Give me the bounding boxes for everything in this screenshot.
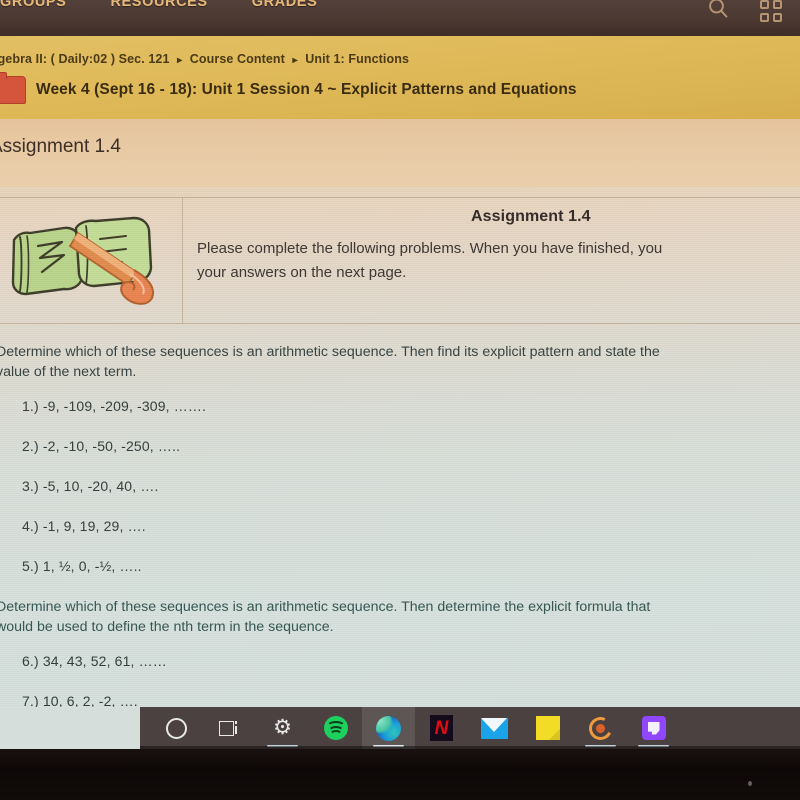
top-navigation-bar: GROUPS RESOURCES GRADES	[0, 0, 800, 36]
breadcrumb: lgebra II: ( Daily:02 ) Sec. 121 ▸ Cours…	[0, 52, 409, 66]
top-nav-actions	[706, 0, 782, 25]
settings-gear-icon: ⚙	[273, 716, 292, 739]
breadcrumb-separator-icon-2: ▸	[292, 55, 298, 66]
monitor-bezel	[0, 749, 800, 800]
sticky-notes-icon	[535, 716, 560, 740]
callout-text-line1: Please complete the following problems. …	[197, 240, 663, 257]
mail-icon	[481, 717, 508, 739]
worksheet-document: Assignment 1.4 Please complete the follo…	[0, 187, 800, 707]
taskbar-edge-button[interactable]	[362, 707, 415, 749]
callout-heading: Assignment 1.4	[471, 208, 591, 225]
question-item-2: 2.) -2, -10, -50, -250, …..	[22, 438, 181, 454]
paper-edge-strip	[0, 707, 140, 749]
search-icon[interactable]	[706, 0, 730, 25]
folder-title: Week 4 (Sept 16 - 18): Unit 1 Session 4 …	[36, 81, 577, 98]
callout-body: Assignment 1.4 Please complete the follo…	[183, 198, 800, 323]
breadcrumb-unit[interactable]: Unit 1: Functions	[305, 52, 409, 66]
breadcrumb-course-content[interactable]: Course Content	[190, 52, 285, 66]
prompt-section-2: Determine which of these sequences is an…	[0, 597, 776, 637]
taskbar-mail-button[interactable]	[468, 707, 521, 749]
apps-grid-icon[interactable]	[760, 0, 782, 22]
bezel-speck	[748, 781, 752, 786]
question-item-6: 6.) 34, 43, 52, 61, ……	[22, 653, 167, 669]
breadcrumb-band: lgebra II: ( Daily:02 ) Sec. 121 ▸ Cours…	[0, 36, 800, 119]
question-item-5: 5.) 1, ½, 0, -½, …..	[22, 558, 142, 574]
question-item-7: 7.) 10, 6, 2, -2, ….	[22, 693, 138, 707]
question-item-3: 3.) -5, 10, -20, 40, ….	[22, 478, 159, 494]
question-item-1: 1.) -9, -109, -209, -309, …….	[22, 398, 207, 414]
task-view-icon	[218, 720, 241, 737]
callout-image-cell	[0, 198, 183, 323]
screen-photo: GROUPS RESOURCES GRADES lgebra II: ( Dai…	[0, 0, 800, 800]
taskbar-sticky-notes-button[interactable]	[521, 707, 574, 749]
taskbar-origin-button[interactable]	[574, 707, 627, 749]
page-title: Assignment 1.4	[0, 136, 121, 157]
prompt-2-line-2: would be used to define the nth term in …	[0, 619, 334, 636]
nav-item-grades[interactable]: GRADES	[252, 0, 318, 10]
cortana-search-icon	[166, 717, 187, 739]
taskbar-task-view-button[interactable]	[203, 707, 256, 749]
spotify-icon	[323, 716, 348, 740]
page-header: Assignment 1.4	[0, 119, 800, 188]
twitch-icon	[641, 716, 666, 740]
question-item-4: 4.) -1, 9, 19, 29, ….	[22, 518, 146, 534]
taskbar-cortana-search-button[interactable]	[150, 707, 203, 749]
callout-text-line2: your answers on the next page.	[197, 263, 407, 281]
prompt-1-line-2: value of the next term.	[0, 364, 137, 381]
folder-icon	[0, 72, 26, 104]
assignment-callout: Assignment 1.4 Please complete the follo…	[0, 197, 800, 324]
taskbar-spotify-button[interactable]	[309, 707, 362, 749]
prompt-2-line-1: Determine which of these sequences is an…	[0, 599, 651, 615]
microsoft-edge-icon	[376, 715, 401, 741]
folder-header[interactable]: Week 4 (Sept 16 - 18): Unit 1 Session 4 …	[0, 72, 577, 104]
netflix-icon: N	[430, 715, 453, 741]
prompt-section-1: Determine which of these sequences is an…	[0, 342, 776, 382]
taskbar-settings-button[interactable]: ⚙	[256, 707, 309, 749]
prompt-1-line-1: Determine which of these sequences is an…	[0, 344, 660, 360]
nav-item-groups[interactable]: GROUPS	[0, 0, 66, 10]
taskbar-twitch-button[interactable]	[627, 707, 680, 749]
nav-item-resources[interactable]: RESOURCES	[110, 0, 207, 10]
top-nav-items: GROUPS RESOURCES GRADES	[0, 0, 317, 10]
breadcrumb-course[interactable]: lgebra II: ( Daily:02 ) Sec. 121	[0, 52, 170, 66]
origin-icon	[585, 713, 616, 743]
windows-taskbar: ⚙ N	[140, 707, 800, 749]
breadcrumb-separator-icon: ▸	[177, 55, 183, 66]
taskbar-netflix-button[interactable]: N	[415, 707, 468, 749]
money-and-pencil-illustration	[11, 216, 154, 305]
